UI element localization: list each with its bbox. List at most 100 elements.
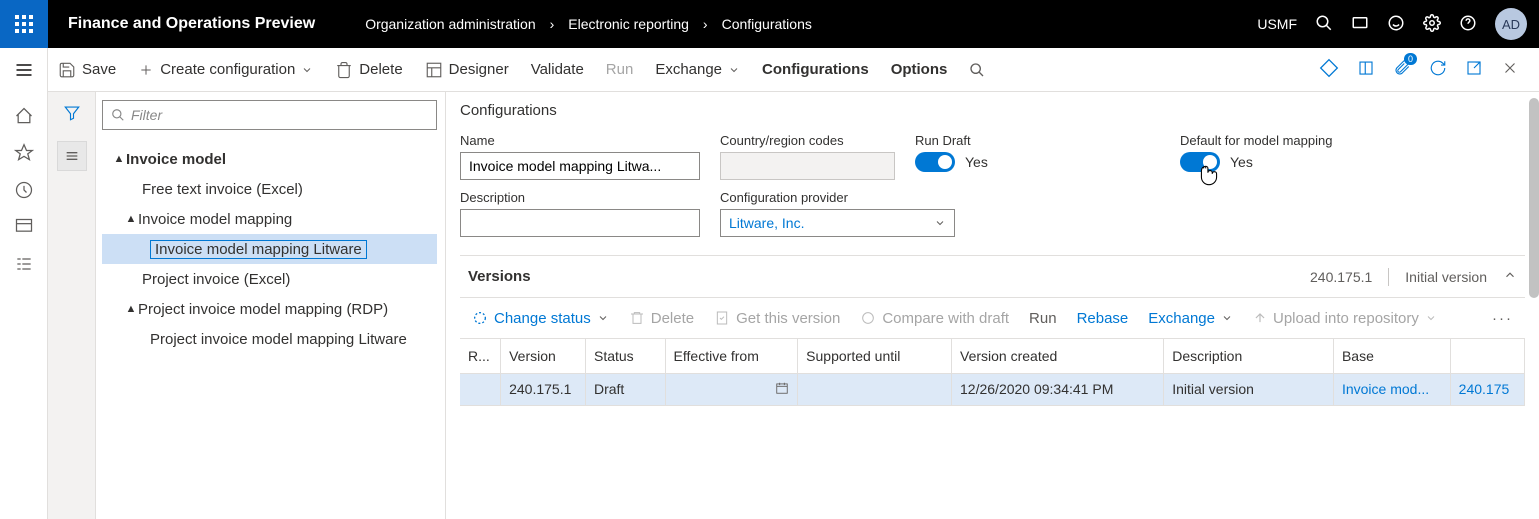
versions-title: Versions	[468, 268, 531, 285]
breadcrumb-item[interactable]: Configurations	[722, 16, 812, 32]
cell-description: Initial version	[1164, 373, 1334, 405]
rundraft-label: Run Draft	[915, 133, 1160, 148]
run-button: Run	[606, 61, 634, 78]
configurations-label: Configurations	[762, 61, 869, 78]
user-avatar[interactable]: AD	[1495, 8, 1527, 40]
cell-status: Draft	[585, 373, 665, 405]
diamond-icon[interactable]	[1319, 58, 1339, 81]
tree-filter[interactable]	[102, 100, 437, 130]
provider-select[interactable]: Litware, Inc.	[720, 209, 955, 237]
versions-summary-version: 240.175.1	[1310, 269, 1372, 285]
tree-node[interactable]: Project invoice (Excel)	[102, 264, 437, 294]
find-button[interactable]	[969, 62, 985, 78]
col-base[interactable]: Base	[1333, 339, 1450, 373]
create-configuration-button[interactable]: Create configuration	[138, 61, 313, 78]
col-version[interactable]: Version	[501, 339, 586, 373]
col-description[interactable]: Description	[1164, 339, 1334, 373]
messages-icon[interactable]	[1351, 14, 1369, 35]
app-launcher-button[interactable]	[0, 0, 48, 48]
configuration-tree: ▲Invoice model Free text invoice (Excel)…	[102, 144, 437, 354]
versions-grid: R... Version Status Effective from Suppo…	[460, 338, 1525, 405]
cell-version: 240.175.1	[501, 373, 586, 405]
company-picker[interactable]: USMF	[1257, 16, 1297, 32]
delete-button[interactable]: Delete	[335, 61, 402, 79]
recent-icon[interactable]	[14, 180, 34, 203]
exchange-button[interactable]: Exchange	[655, 61, 740, 78]
breadcrumb: Organization administration › Electronic…	[335, 16, 812, 32]
close-icon[interactable]	[1501, 59, 1519, 80]
defaultmm-toggle[interactable]: Yes	[1180, 152, 1425, 172]
breadcrumb-item[interactable]: Electronic reporting	[568, 16, 689, 32]
book-icon[interactable]	[1357, 59, 1375, 80]
feedback-icon[interactable]	[1387, 14, 1405, 35]
filter-icon[interactable]	[63, 104, 81, 125]
version-run-button[interactable]: Run	[1029, 310, 1057, 327]
grid-header-row: R... Version Status Effective from Suppo…	[460, 339, 1525, 373]
configurations-button[interactable]: Configurations	[762, 61, 869, 78]
cell-supported	[798, 373, 952, 405]
provider-value: Litware, Inc.	[729, 215, 804, 231]
search-icon[interactable]	[1315, 14, 1333, 35]
tree-node[interactable]: ▲Invoice model mapping	[102, 204, 437, 234]
cell-effective	[665, 373, 798, 405]
hamburger-button[interactable]	[0, 48, 48, 92]
provider-label: Configuration provider	[720, 190, 955, 205]
tree-node[interactable]: Project invoice model mapping Litware	[102, 324, 437, 354]
col-r[interactable]: R...	[460, 339, 501, 373]
grid-row[interactable]: 240.175.1 Draft 12/26/2020 09:34:41 PM I…	[460, 373, 1525, 405]
help-icon[interactable]	[1459, 14, 1477, 35]
options-button[interactable]: Options	[891, 61, 948, 78]
name-input[interactable]	[460, 152, 700, 180]
validate-button[interactable]: Validate	[531, 61, 584, 78]
section-title: Configurations	[460, 102, 1525, 119]
change-status-button[interactable]: Change status	[472, 310, 609, 327]
tree-filter-input[interactable]	[131, 107, 428, 123]
calendar-icon[interactable]	[775, 381, 789, 398]
detail-panel: Configurations Name Country/region codes…	[446, 92, 1539, 519]
breadcrumb-item[interactable]: Organization administration	[365, 16, 535, 32]
filter-rail	[48, 92, 96, 519]
rebase-button[interactable]: Rebase	[1077, 310, 1129, 327]
list-view-toggle[interactable]	[57, 141, 87, 171]
col-basever[interactable]	[1450, 339, 1524, 373]
global-header: Finance and Operations Preview Organizat…	[0, 0, 1539, 48]
save-label: Save	[82, 61, 116, 78]
col-status[interactable]: Status	[585, 339, 665, 373]
country-codes-input[interactable]	[720, 152, 895, 180]
modules-icon[interactable]	[14, 254, 34, 277]
tree-node[interactable]: ▲Project invoice model mapping (RDP)	[102, 294, 437, 324]
workspaces-icon[interactable]	[14, 217, 34, 240]
attachments-button[interactable]: 0	[1393, 59, 1411, 80]
chevron-down-icon	[597, 312, 609, 324]
get-version-button: Get this version	[714, 310, 840, 327]
designer-button[interactable]: Designer	[425, 61, 509, 79]
settings-icon[interactable]	[1423, 14, 1441, 35]
configuration-tree-panel: ▲Invoice model Free text invoice (Excel)…	[96, 92, 446, 519]
nav-rail	[0, 92, 48, 519]
col-effective[interactable]: Effective from	[665, 339, 798, 373]
tree-node-selected[interactable]: Invoice model mapping Litware	[102, 234, 437, 264]
save-button[interactable]: Save	[58, 61, 116, 79]
overflow-button[interactable]: ···	[1492, 310, 1513, 327]
chevron-right-icon: ›	[703, 16, 708, 32]
popout-icon[interactable]	[1465, 59, 1483, 80]
tree-node[interactable]: ▲Invoice model	[102, 144, 437, 174]
versions-toolbar: Change status Delete Get this version Co…	[460, 298, 1525, 338]
description-input[interactable]	[460, 209, 700, 237]
tree-node[interactable]: Free text invoice (Excel)	[102, 174, 437, 204]
cell-base[interactable]: Invoice mod...	[1333, 373, 1450, 405]
version-exchange-button[interactable]: Exchange	[1148, 310, 1233, 327]
collapse-icon[interactable]	[1503, 268, 1517, 285]
designer-label: Designer	[449, 61, 509, 78]
cell-basever[interactable]: 240.175	[1450, 373, 1524, 405]
refresh-icon[interactable]	[1429, 59, 1447, 80]
home-icon[interactable]	[14, 106, 34, 129]
col-supported[interactable]: Supported until	[798, 339, 952, 373]
chevron-down-icon	[934, 217, 946, 229]
versions-section: Versions 240.175.1 Initial version Chang…	[460, 255, 1525, 406]
run-label: Run	[606, 61, 634, 78]
scrollbar-thumb[interactable]	[1529, 98, 1539, 298]
col-created[interactable]: Version created	[952, 339, 1164, 373]
rundraft-toggle[interactable]: Yes	[915, 152, 1160, 172]
favorites-icon[interactable]	[14, 143, 34, 166]
